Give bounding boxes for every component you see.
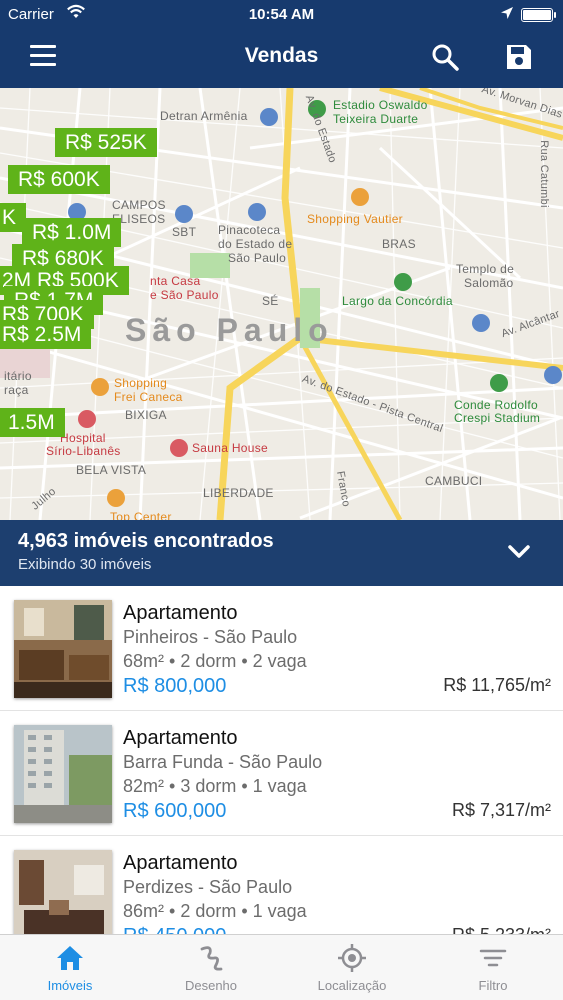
poi-park-icon xyxy=(394,273,412,291)
poi-stadium-2-icon xyxy=(490,374,508,392)
search-icon[interactable] xyxy=(431,43,461,71)
map-label-santacasa: nta Casa xyxy=(150,274,201,288)
location-target-icon xyxy=(338,944,366,972)
map-label-hospital: Hospital xyxy=(60,431,106,445)
map-label-sauna: Sauna House xyxy=(192,441,269,455)
property-location: Perdizes - São Paulo xyxy=(123,877,293,897)
map-label-pinacoteca: Pinacoteca xyxy=(218,223,281,237)
poi-museum-icon xyxy=(248,203,266,221)
battery-icon xyxy=(521,8,553,22)
price-marker[interactable]: R$ 525K xyxy=(55,128,157,157)
map-label-templo-2: Salomão xyxy=(464,276,514,290)
map-view[interactable]: Detran Armênia Estadio Oswaldo Teixeira … xyxy=(0,88,563,520)
map-label-liberdade: LIBERDADE xyxy=(203,486,274,500)
property-specs: 82m² • 3 dorm • 1 vaga xyxy=(123,776,307,796)
tab-filtro[interactable]: Filtro xyxy=(423,935,563,1000)
tab-localizacao[interactable]: Localização xyxy=(282,935,422,1000)
property-specs: 68m² • 2 dorm • 2 vaga xyxy=(123,651,307,671)
map-label-conde: Conde Rodolfo xyxy=(454,398,538,412)
price-marker[interactable]: R$ 1.0M xyxy=(22,218,122,247)
property-price: R$ 600,000 xyxy=(123,800,227,822)
map-label-catumbi: Rua Catumbi xyxy=(537,140,550,208)
property-type: Apartamento xyxy=(123,852,238,874)
map-label-pinacoteca-3: São Paulo xyxy=(228,251,287,265)
map-label-campos: CAMPOS xyxy=(112,198,166,212)
map-label-freicaneca: Shopping xyxy=(114,376,168,390)
results-showing: Exibindo 30 imóveis xyxy=(18,556,152,573)
filter-icon xyxy=(479,949,507,967)
property-type: Apartamento xyxy=(123,602,238,624)
map-label-bras: BRAS xyxy=(382,237,416,251)
map-label-raca: raça xyxy=(4,383,29,397)
chevron-down-icon[interactable] xyxy=(505,538,533,566)
map-label-estadio: Estadio Oswaldo xyxy=(333,98,428,112)
property-price-per-m2: R$ 7,317/m² xyxy=(451,800,551,820)
poi-metro-2-icon xyxy=(472,314,490,332)
tab-bar: Imóveis Desenho Localização Filtro xyxy=(0,934,563,1000)
poi-tv-icon xyxy=(175,205,193,223)
navigation-bar: Carrier 10:54 AM Vendas xyxy=(0,0,563,88)
page-title: Vendas xyxy=(244,44,319,67)
price-marker[interactable]: 1.5M xyxy=(0,408,65,437)
map-label-pinacoteca-2: do Estado de xyxy=(218,237,293,251)
map-label-topcenter: Top Center xyxy=(110,510,172,520)
draw-icon xyxy=(200,946,223,971)
property-price: R$ 800,000 xyxy=(123,675,227,697)
property-photo xyxy=(14,725,112,823)
home-icon xyxy=(57,946,83,970)
map-label-detran: Detran Armênia xyxy=(160,109,248,123)
map-label-city: São Paulo xyxy=(125,312,334,348)
poi-metro-3-icon xyxy=(544,366,562,384)
status-bar: Carrier 10:54 AM xyxy=(0,0,563,30)
property-specs: 86m² • 2 dorm • 1 vaga xyxy=(123,901,307,921)
map-label-freicaneca-2: Frei Caneca xyxy=(114,390,183,404)
map-label-hospital-2: Sírio-Libanês xyxy=(46,444,121,458)
map-label-itario: itário xyxy=(4,369,32,383)
poi-shopping-2-icon xyxy=(91,378,109,396)
results-banner[interactable]: 4,963 imóveis encontrados Exibindo 30 im… xyxy=(0,520,563,586)
property-price-per-m2: R$ 5,233/m² xyxy=(452,925,551,934)
tab-label: Imóveis xyxy=(47,978,93,993)
tab-imoveis[interactable]: Imóveis xyxy=(0,935,140,1000)
property-location: Pinheiros - São Paulo xyxy=(123,627,298,647)
save-icon[interactable] xyxy=(505,43,533,71)
map-label-belavista: BELA VISTA xyxy=(76,463,147,477)
list-item[interactable]: Apartamento Barra Funda - São Paulo 82m²… xyxy=(0,711,563,836)
price-marker[interactable]: R$ 600K xyxy=(8,165,110,194)
map-label-bixiga: BIXIGA xyxy=(125,408,167,422)
property-list[interactable]: Apartamento Pinheiros - São Paulo 68m² •… xyxy=(0,586,563,934)
poi-hospital-icon xyxy=(78,410,96,428)
tab-label: Desenho xyxy=(184,978,238,993)
map-label-cambuci: CAMBUCI xyxy=(425,474,483,488)
map-label-conde-2: Crespi Stadium xyxy=(454,411,541,425)
tab-label: Localização xyxy=(317,978,387,993)
list-item[interactable]: Apartamento Perdizes - São Paulo 86m² • … xyxy=(0,836,563,934)
map-label-vautier: Shopping Vautier xyxy=(307,212,403,226)
poi-sauna-icon xyxy=(170,439,188,457)
clock: 10:54 AM xyxy=(248,6,315,23)
map-label-se: SÉ xyxy=(262,294,279,308)
map-label-estadio-2: Teixeira Duarte xyxy=(333,112,419,126)
property-location: Barra Funda - São Paulo xyxy=(123,752,323,772)
tab-desenho[interactable]: Desenho xyxy=(141,935,281,1000)
results-count: 4,963 imóveis encontrados xyxy=(18,530,274,552)
poi-shopping-3-icon xyxy=(107,489,125,507)
location-arrow-icon xyxy=(501,7,513,19)
poi-shopping-icon xyxy=(351,188,369,206)
tab-label: Filtro xyxy=(478,978,508,993)
price-marker[interactable]: R$ 2.5M xyxy=(0,320,92,349)
map-label-sbt: SBT xyxy=(172,225,197,239)
poi-detran-icon xyxy=(260,108,278,126)
property-price-per-m2: R$ 11,765/m² xyxy=(443,675,551,695)
property-type: Apartamento xyxy=(123,727,238,749)
list-item[interactable]: Apartamento Pinheiros - São Paulo 68m² •… xyxy=(0,586,563,711)
property-photo xyxy=(14,850,112,934)
battery-tip xyxy=(554,12,556,18)
map-label-santacasa-2: e São Paulo xyxy=(150,288,219,302)
property-price: R$ 450,000 xyxy=(123,925,226,934)
map-label-concordia: Largo da Concórdia xyxy=(342,294,453,308)
map-label-templo: Templo de xyxy=(456,262,515,276)
property-photo xyxy=(14,600,112,698)
